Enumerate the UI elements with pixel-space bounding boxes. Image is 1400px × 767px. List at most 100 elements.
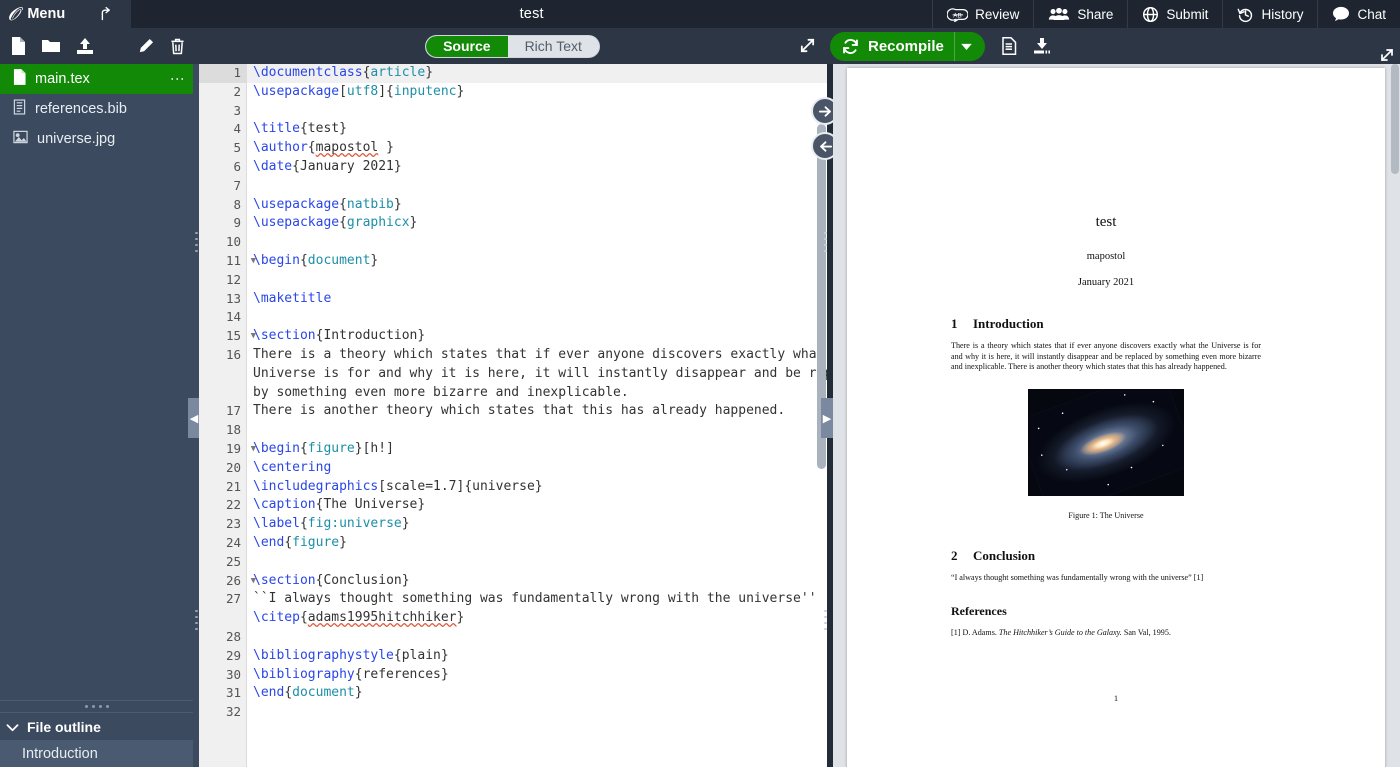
file-item-references-bib[interactable]: references.bib	[0, 94, 193, 124]
code-line[interactable]: 22 \caption{The Universe}	[199, 496, 827, 515]
tab-source[interactable]: Source	[426, 35, 508, 57]
pdf-scrollbar[interactable]	[1391, 64, 1399, 174]
code-line[interactable]: 15 ▼ \section{Introduction}	[199, 327, 827, 346]
code-text[interactable]: \usepackage[utf8]{inputenc}	[247, 83, 827, 102]
editor-mode-switch[interactable]: Source Rich Text	[425, 34, 600, 58]
code-text[interactable]: \includegraphics[scale=1.7]{universe}	[247, 478, 827, 497]
editor-resize-handle-lower[interactable]	[822, 610, 829, 630]
code-line[interactable]: 6 \date{January 2021}	[199, 158, 827, 177]
code-line[interactable]: 2 \usepackage[utf8]{inputenc}	[199, 83, 827, 102]
code-line[interactable]: \citep{adams1995hitchhiker}	[199, 609, 827, 628]
code-text[interactable]: \begin{document}	[247, 252, 827, 271]
code-lines[interactable]: 1 \documentclass{article} 2 \usepackage[utf…	[199, 64, 827, 767]
code-line[interactable]: 27 ``I always thought something was funda…	[199, 590, 827, 609]
code-text[interactable]: \caption{The Universe}	[247, 496, 827, 515]
outline-item-introduction[interactable]: Introduction	[0, 740, 193, 767]
back-to-projects-icon[interactable]	[79, 0, 132, 28]
code-text[interactable]: \centering	[247, 459, 827, 478]
source-code-editor[interactable]: 1 \documentclass{article} 2 \usepackage[utf…	[199, 64, 827, 767]
menu-button[interactable]: 𝓞 Menu	[0, 0, 80, 28]
code-line[interactable]: 25	[199, 553, 827, 572]
code-text[interactable]: \title{test}	[247, 120, 827, 139]
code-line[interactable]: 28	[199, 628, 827, 647]
code-text[interactable]: \end{figure}	[247, 534, 827, 553]
file-outline-header[interactable]: File outline	[0, 712, 193, 740]
share-button[interactable]: Share	[1033, 0, 1127, 28]
code-line[interactable]: 18	[199, 421, 827, 440]
code-text[interactable]: \maketitle	[247, 290, 827, 309]
outline-resize-grip[interactable]	[0, 700, 193, 712]
code-line[interactable]: 16 There is a theory which states that if…	[199, 346, 827, 365]
code-line[interactable]: 24 \end{figure}	[199, 534, 827, 553]
compile-logs-file-icon[interactable]	[1001, 37, 1017, 55]
code-text[interactable]: \label{fig:universe}	[247, 515, 827, 534]
code-fold-icon[interactable]: ▼	[251, 252, 256, 271]
pdf-preview-pane[interactable]: test mapostol January 2021 1 Introduction…	[833, 64, 1400, 767]
code-line[interactable]: 5 \author{mapostol }	[199, 139, 827, 158]
expand-diagonal-icon[interactable]	[799, 37, 816, 59]
pencil-edit-icon[interactable]	[137, 38, 154, 55]
code-text[interactable]: \end{document}	[247, 684, 827, 703]
code-text[interactable]: There is a theory which states that if e…	[247, 346, 827, 365]
code-text[interactable]: There is another theory which states tha…	[247, 402, 827, 421]
upload-icon[interactable]	[76, 37, 94, 55]
code-line[interactable]: 14	[199, 308, 827, 327]
code-text[interactable]: \date{January 2021}	[247, 158, 827, 177]
recompile-button[interactable]: Recompile	[830, 31, 985, 61]
code-text[interactable]: \author{mapostol }	[247, 139, 827, 158]
file-item-universe-jpg[interactable]: universe.jpg	[0, 124, 193, 154]
code-line[interactable]: 19 ▼ \begin{figure}[h!]	[199, 440, 827, 459]
tab-rich-text[interactable]: Rich Text	[508, 36, 599, 57]
code-fold-icon[interactable]: ▼	[251, 572, 256, 591]
code-line[interactable]: 17 There is another theory which states t…	[199, 402, 827, 421]
history-label: History	[1261, 6, 1304, 22]
code-text[interactable]: \documentclass{article}	[247, 64, 827, 83]
code-text[interactable]: \section{Introduction}	[247, 327, 827, 346]
new-file-icon[interactable]	[10, 37, 26, 55]
code-fold-icon[interactable]: ▼	[251, 440, 256, 459]
code-text[interactable]: \bibliographystyle{plain}	[247, 647, 827, 666]
code-line[interactable]: 20 \centering	[199, 459, 827, 478]
code-line[interactable]: 23 \label{fig:universe}	[199, 515, 827, 534]
review-button[interactable]: AB Review	[932, 0, 1033, 28]
code-text[interactable]: \begin{figure}[h!]	[247, 440, 827, 459]
code-text[interactable]: \citep{adams1995hitchhiker}	[247, 609, 827, 628]
code-line[interactable]: 7	[199, 177, 827, 196]
trash-delete-icon[interactable]	[170, 38, 185, 55]
code-text[interactable]: \usepackage{graphicx}	[247, 214, 827, 233]
code-line[interactable]: 10	[199, 233, 827, 252]
code-line[interactable]: 31 \end{document}	[199, 684, 827, 703]
submit-button[interactable]: Submit	[1127, 0, 1222, 28]
code-line[interactable]: 8 \usepackage{natbib}	[199, 196, 827, 215]
code-line[interactable]: 1 \documentclass{article}	[199, 64, 827, 83]
code-text[interactable]: \section{Conclusion}	[247, 572, 827, 591]
code-text[interactable]: Universe is for and why it is here, it w…	[247, 365, 827, 384]
file-menu-kebab-icon[interactable]: ⋮	[170, 72, 186, 86]
code-line[interactable]: Universe is for and why it is here, it w…	[199, 365, 827, 384]
new-folder-icon[interactable]	[42, 38, 60, 54]
code-line[interactable]: 4 \title{test}	[199, 120, 827, 139]
code-text[interactable]: \usepackage{natbib}	[247, 196, 827, 215]
code-text[interactable]: ``I always thought something was fundame…	[247, 590, 827, 609]
code-fold-icon[interactable]: ▼	[251, 327, 256, 346]
history-button[interactable]: History	[1222, 0, 1317, 28]
editor-resize-handle[interactable]	[822, 232, 829, 252]
collapse-editor-button[interactable]: ▶	[821, 398, 833, 438]
chevron-down-icon[interactable]	[953, 31, 985, 61]
code-line[interactable]: 13 \maketitle	[199, 290, 827, 309]
code-line[interactable]: 30 \bibliography{references}	[199, 666, 827, 685]
code-text[interactable]: by something even more bizarre and inexp…	[247, 384, 827, 403]
code-line[interactable]: by something even more bizarre and inexp…	[199, 384, 827, 403]
code-text[interactable]: \bibliography{references}	[247, 666, 827, 685]
download-pdf-icon[interactable]	[1033, 37, 1051, 55]
file-item-main-tex[interactable]: main.tex ⋮	[0, 64, 193, 94]
chat-button[interactable]: Chat	[1317, 0, 1400, 28]
code-line[interactable]: 9 \usepackage{graphicx}	[199, 214, 827, 233]
code-line[interactable]: 12	[199, 271, 827, 290]
code-line[interactable]: 32	[199, 703, 827, 722]
code-line[interactable]: 11 ▼ \begin{document}	[199, 252, 827, 271]
code-line[interactable]: 26 ▼ \section{Conclusion}	[199, 572, 827, 591]
code-line[interactable]: 21 \includegraphics[scale=1.7]{universe}	[199, 478, 827, 497]
code-line[interactable]: 29 \bibliographystyle{plain}	[199, 647, 827, 666]
code-line[interactable]: 3	[199, 102, 827, 121]
